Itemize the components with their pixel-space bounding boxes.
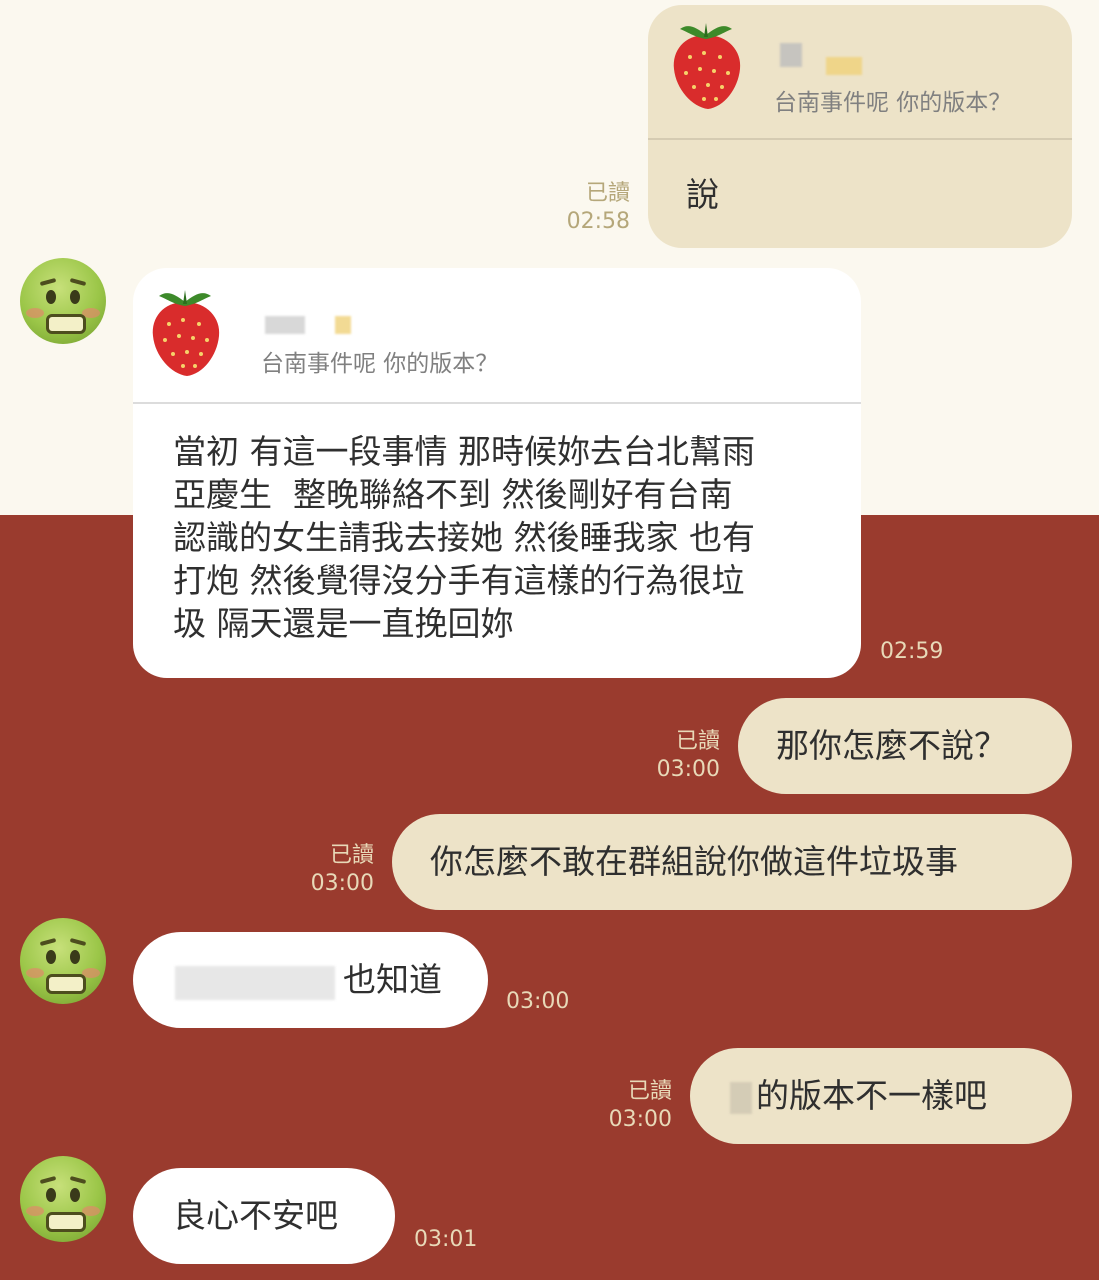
avatar[interactable] [20, 1156, 108, 1244]
timestamp: 03:00 [656, 757, 720, 782]
outgoing-reply-bubble[interactable]: 台南事件呢 你的版本？ 說 [648, 5, 1072, 248]
message-meta: 已讀 03:00 [610, 728, 720, 784]
message-meta: 已讀 03:00 [264, 842, 374, 898]
strawberry-icon [152, 290, 220, 376]
read-receipt: 已讀 [627, 1079, 672, 1104]
message-text: 那你怎麼不說？ [776, 726, 1007, 765]
redacted-name [780, 43, 802, 67]
message-text: 的版本不一樣吧 [756, 1076, 987, 1115]
avatar[interactable] [20, 258, 108, 346]
timestamp: 03:00 [310, 871, 374, 896]
reply-divider [648, 138, 1072, 140]
redacted-text [175, 966, 335, 1000]
read-receipt: 已讀 [675, 729, 720, 754]
outgoing-bubble[interactable]: 那你怎麼不說？ [738, 698, 1072, 794]
incoming-bubble[interactable]: 良心不安吧 [133, 1168, 395, 1264]
timestamp: 03:00 [506, 989, 570, 1014]
read-receipt: 已讀 [329, 843, 374, 868]
avatar[interactable] [20, 918, 108, 1006]
reply-quote-text: 台南事件呢 你的版本？ [261, 351, 499, 377]
reply-quote-text: 台南事件呢 你的版本？ [774, 90, 1012, 116]
message-text: 良心不安吧 [173, 1196, 338, 1235]
redacted-text [730, 1082, 752, 1114]
nauseated-face-icon [20, 258, 106, 344]
message-meta: 已讀 03:00 [562, 1078, 672, 1134]
message-text: 說 [686, 175, 719, 214]
timestamp: 03:01 [414, 1227, 478, 1252]
timestamp: 03:00 [608, 1107, 672, 1132]
incoming-bubble[interactable]: 也知道 [133, 932, 488, 1028]
read-receipt: 已讀 [585, 181, 630, 206]
timestamp: 02:59 [880, 639, 944, 664]
nauseated-face-icon [20, 918, 106, 1004]
message-text: 當初 有這一段事情 那時候妳去台北幫雨 亞慶生 整晚聯絡不到 然後剛好有台南 認… [173, 432, 755, 643]
redacted-name-2 [335, 316, 351, 334]
outgoing-bubble[interactable]: 的版本不一樣吧 [690, 1048, 1072, 1144]
strawberry-icon [673, 23, 741, 109]
message-text: 也知道 [343, 960, 442, 999]
incoming-reply-bubble[interactable]: 台南事件呢 你的版本？ 當初 有這一段事情 那時候妳去台北幫雨 亞慶生 整晚聯絡… [133, 268, 861, 678]
nauseated-face-icon [20, 1156, 106, 1242]
message-text: 你怎麼不敢在群組說你做這件垃圾事 [430, 842, 958, 881]
redacted-name-2 [826, 57, 862, 75]
message-meta: 已讀 02:58 [520, 180, 630, 236]
outgoing-bubble[interactable]: 你怎麼不敢在群組說你做這件垃圾事 [392, 814, 1072, 910]
redacted-name [265, 316, 305, 334]
timestamp: 02:58 [566, 209, 630, 234]
reply-divider [133, 402, 861, 404]
